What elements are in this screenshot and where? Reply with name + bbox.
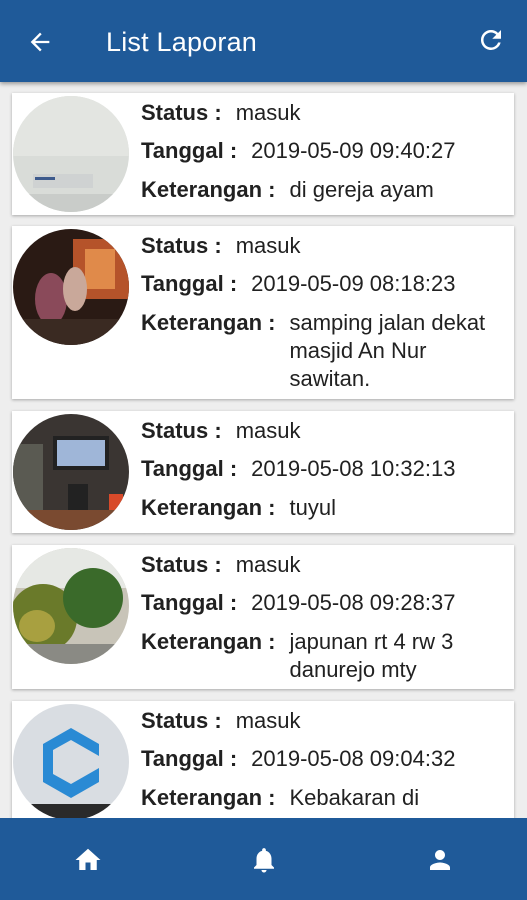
description-row: Keterangan : tuyul: [141, 494, 489, 522]
date-label: Tanggal :: [141, 746, 238, 771]
description-label: Keterangan :: [141, 310, 276, 335]
description-row: Keterangan : samping jalan dekat masjid A…: [141, 309, 489, 393]
description-label: Keterangan :: [141, 177, 276, 202]
status-row: Status : masuk: [141, 551, 300, 579]
status-label: Status :: [141, 233, 222, 258]
nav-notifications-button[interactable]: [246, 842, 282, 878]
home-icon: [75, 848, 101, 870]
description-row: Keterangan : di gereja ayam: [141, 176, 489, 204]
description-value: japunan rt 4 rw 3 danurejo mty: [289, 629, 454, 682]
status-label: Status :: [141, 418, 222, 443]
description-value: samping jalan dekat masjid An Nur sawita…: [289, 310, 486, 391]
description-label: Keterangan :: [141, 629, 276, 654]
status-row: Status : masuk: [141, 707, 300, 735]
status-label: Status :: [141, 100, 222, 125]
date-row: Tanggal : 2019-05-08 10:32:13: [141, 455, 455, 483]
report-photo: [13, 414, 129, 530]
date-value: 2019-05-09 09:40:27: [251, 138, 456, 163]
app-bar: List Laporan: [0, 0, 527, 82]
status-value: masuk: [235, 552, 301, 577]
nav-profile-button[interactable]: [422, 842, 458, 878]
bottom-navigation: [0, 818, 527, 900]
status-row: Status : masuk: [141, 232, 300, 260]
status-value: masuk: [235, 100, 301, 125]
description-label: Keterangan :: [141, 495, 276, 520]
page-title: List Laporan: [106, 27, 258, 57]
description-row: Keterangan : Kebakaran di: [141, 784, 489, 812]
status-row: Status : masuk: [141, 99, 300, 127]
date-row: Tanggal : 2019-05-09 08:18:23: [141, 270, 455, 298]
date-row: Tanggal : 2019-05-08 09:04:32: [141, 745, 455, 773]
status-value: masuk: [235, 233, 301, 258]
bell-icon: [254, 848, 274, 873]
date-label: Tanggal :: [141, 138, 238, 163]
report-photo: [13, 548, 129, 664]
arrow-left-icon: [30, 32, 50, 52]
description-value: tuyul: [289, 495, 336, 520]
date-value: 2019-05-09 08:18:23: [251, 271, 456, 296]
description-value: Kebakaran di: [289, 785, 420, 810]
status-label: Status :: [141, 552, 222, 577]
refresh-button[interactable]: [473, 22, 509, 58]
description-row: Keterangan : japunan rt 4 rw 3 danurejo m…: [141, 628, 489, 684]
description-value: di gereja ayam: [289, 177, 434, 202]
report-card[interactable]: Status : masuk Tanggal : 2019-05-08 10:32:…: [12, 411, 514, 533]
report-card[interactable]: Status : masuk Tanggal : 2019-05-09 08:18:…: [12, 226, 514, 399]
date-label: Tanggal :: [141, 456, 238, 481]
date-value: 2019-05-08 09:04:32: [251, 746, 456, 771]
date-label: Tanggal :: [141, 590, 238, 615]
back-button[interactable]: [22, 24, 58, 60]
status-value: masuk: [235, 708, 301, 733]
report-photo: [13, 704, 129, 818]
description-label: Keterangan :: [141, 785, 276, 810]
refresh-icon: [480, 29, 501, 50]
status-row: Status : masuk: [141, 417, 300, 445]
date-label: Tanggal :: [141, 271, 238, 296]
report-list[interactable]: Status : masuk Tanggal : 2019-05-09 09:40:…: [0, 82, 527, 818]
date-value: 2019-05-08 09:28:37: [251, 590, 456, 615]
report-card[interactable]: Status : masuk Tanggal : 2019-05-08 09:04:…: [12, 701, 514, 818]
person-icon: [430, 850, 450, 870]
date-row: Tanggal : 2019-05-08 09:28:37: [141, 589, 455, 617]
nav-home-button[interactable]: [70, 842, 106, 878]
status-label: Status :: [141, 708, 222, 733]
date-row: Tanggal : 2019-05-09 09:40:27: [141, 137, 455, 165]
report-card[interactable]: Status : masuk Tanggal : 2019-05-09 09:40:…: [12, 93, 514, 215]
date-value: 2019-05-08 10:32:13: [251, 456, 456, 481]
report-photo: [13, 229, 129, 345]
status-value: masuk: [235, 418, 301, 443]
report-card[interactable]: Status : masuk Tanggal : 2019-05-08 09:28:…: [12, 545, 514, 689]
report-photo: [13, 96, 129, 212]
